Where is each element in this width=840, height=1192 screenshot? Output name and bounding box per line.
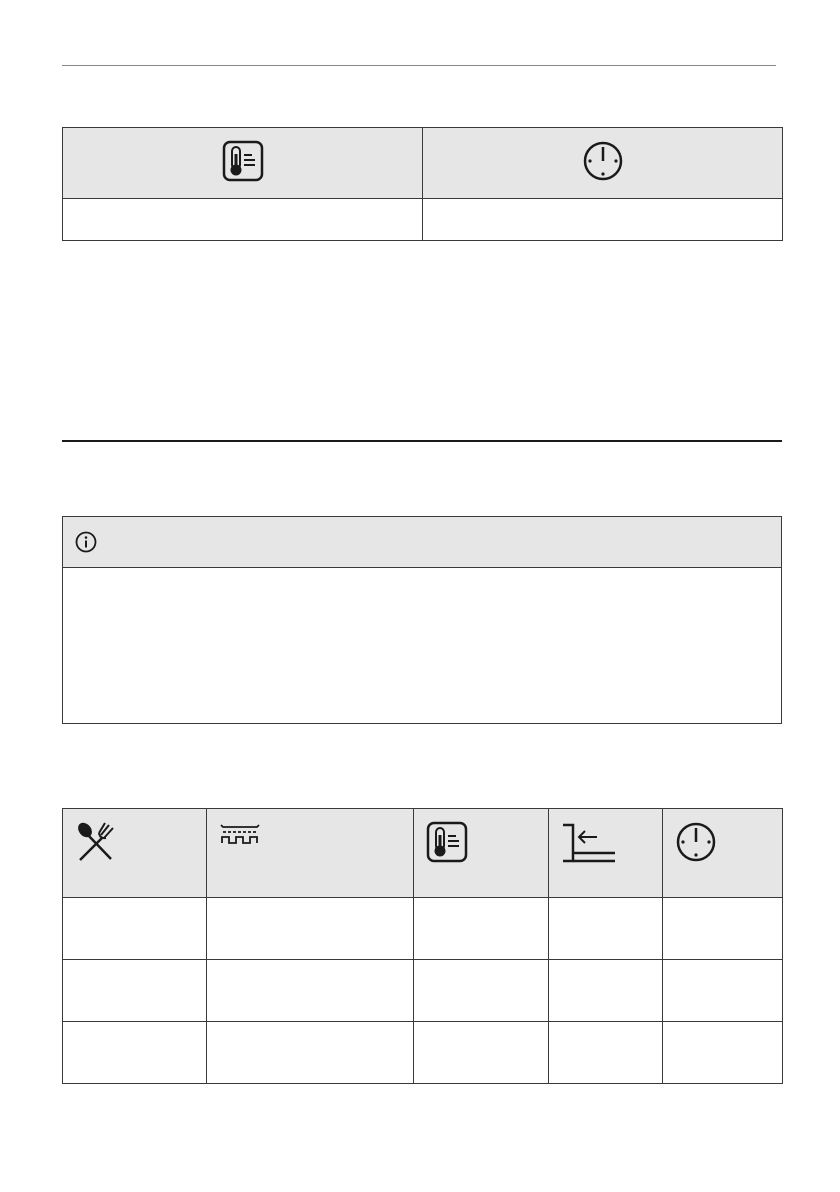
table-row — [62, 1021, 783, 1084]
info-box-header — [63, 517, 781, 568]
table-header-row — [62, 127, 783, 199]
thermometer-icon — [222, 140, 264, 182]
heating-function-column-header — [206, 808, 414, 898]
temperature-time-table — [62, 127, 783, 241]
table-cell — [62, 1021, 207, 1084]
table-cell — [62, 897, 207, 960]
table-row — [62, 897, 783, 960]
clock-icon — [582, 140, 624, 182]
header-rule — [62, 65, 776, 66]
thermometer-icon — [426, 821, 468, 863]
table-cell — [548, 1021, 663, 1084]
info-icon — [75, 531, 97, 553]
table-header-row — [62, 808, 783, 898]
shelf-position-icon — [561, 821, 617, 865]
table-cell — [413, 897, 549, 960]
table-cell — [62, 198, 423, 241]
table-cell — [413, 1021, 549, 1084]
table-cell — [413, 959, 549, 1022]
cooking-table — [62, 808, 783, 1084]
food-spoon-fork-icon — [75, 821, 117, 863]
table-cell — [662, 959, 783, 1022]
table-cell — [548, 959, 663, 1022]
table-cell — [662, 897, 783, 960]
table-row — [62, 959, 783, 1022]
info-box — [62, 516, 782, 724]
shelf-position-column-header — [548, 808, 663, 898]
section-divider — [62, 440, 782, 442]
table-row — [62, 198, 783, 241]
time-column-header — [662, 808, 783, 898]
time-column-header — [422, 127, 783, 199]
clock-icon — [675, 821, 717, 863]
food-column-header — [62, 808, 207, 898]
heating-function-icon — [219, 821, 261, 851]
table-cell — [62, 959, 207, 1022]
table-cell — [662, 1021, 783, 1084]
table-cell — [206, 1021, 414, 1084]
temperature-column-header — [62, 127, 423, 199]
table-cell — [206, 897, 414, 960]
table-cell — [206, 959, 414, 1022]
table-cell — [548, 897, 663, 960]
table-cell — [422, 198, 783, 241]
temperature-column-header — [413, 808, 549, 898]
